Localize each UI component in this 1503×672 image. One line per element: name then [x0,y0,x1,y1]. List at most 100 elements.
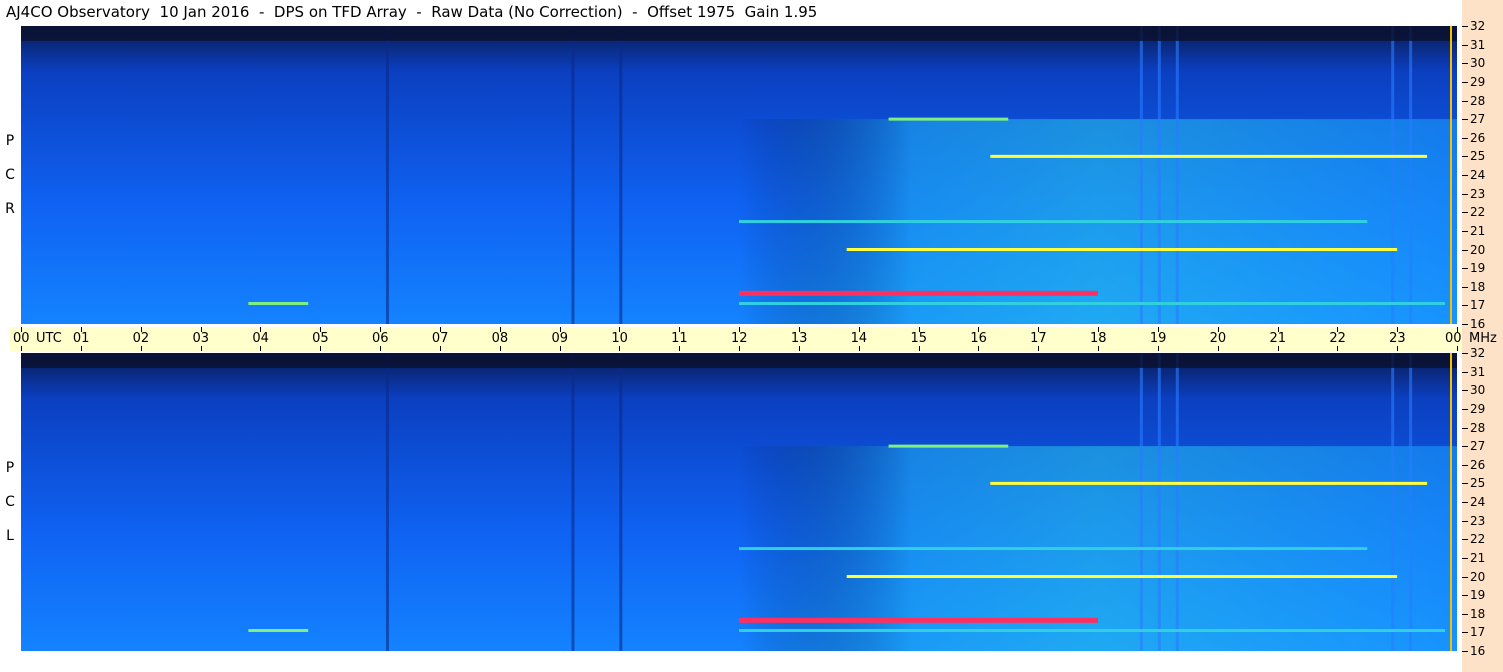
frequency-tick-label: 27 [1470,112,1486,127]
time-tick-label: 03 [192,331,210,346]
signal-band [739,629,1446,633]
interference-stripe [619,353,623,651]
frequency-tick-mark [1462,100,1468,102]
signal-band [846,248,1398,251]
interference-stripe [385,26,389,324]
lcp-frequency-ticks: 32 31 30 29 28 27 26 25 24 23 22 21 20 19 18 17 16 [1462,347,1503,657]
frequency-tick-label: 19 [1470,588,1486,603]
frequency-tick-mark [1462,175,1468,176]
frequency-tick-label: 17 [1470,298,1486,313]
frequency-tick-label: 16 [1470,644,1486,658]
frequency-tick-mark [1462,427,1468,429]
channel-letter: L [6,528,14,544]
time-cursor-bottom [1450,353,1452,651]
frequency-tick-mark [1462,632,1468,634]
frequency-tick-mark [1462,539,1468,541]
time-tick-mark [918,346,920,351]
frequency-tick-label: 30 [1470,56,1486,71]
interference-stripe [1391,26,1395,324]
time-tick-label: 06 [372,331,389,346]
frequency-tick-mark [1462,353,1468,354]
frequency-tick-mark [1462,464,1468,466]
frequency-tick-mark [1462,502,1468,503]
frequency-tick-mark [1462,212,1468,214]
time-tick-mark [739,346,740,351]
signal-band [739,302,1446,306]
interference-stripe [619,26,623,324]
interference-stripe [1409,353,1413,651]
time-tick-mark [1397,346,1399,351]
signal-band [990,481,1428,485]
signal-band [888,444,1009,448]
chart-title: AJ4CO Observatory 10 Jan 2016 - DPS on T… [6,3,818,21]
time-tick-label: 02 [132,331,150,346]
frequency-tick-mark [1462,408,1468,410]
time-tick-mark [858,346,860,351]
time-tick-mark [140,346,142,351]
time-tick-label: 19 [1149,331,1167,346]
frequency-tick-label: 32 [1470,346,1486,360]
time-tick-mark [798,346,800,351]
time-tick-mark [1337,346,1339,351]
time-tick-label: 00 [1445,331,1462,346]
frequency-tick-mark [1462,193,1468,195]
rcp-spectrogram [21,26,1457,324]
interference-stripe [385,353,389,651]
frequency-tick-mark [1462,249,1468,251]
time-tick-label: 17 [1030,331,1047,346]
time-tick-label: 18 [1090,331,1107,346]
time-tick-label: 00 [13,331,30,346]
interference-stripe [571,26,575,324]
signal-band [990,154,1428,158]
time-tick-label: 22 [1329,331,1346,346]
frequency-tick-label: 23 [1470,513,1486,528]
frequency-tick-mark [1462,576,1468,578]
interference-stripe [1175,26,1179,324]
time-tick-mark [499,346,501,351]
frequency-tick-label: 27 [1470,439,1486,454]
time-tick-label: 05 [312,331,329,346]
frequency-tick-label: 22 [1470,532,1486,547]
channel-letter: P [5,133,15,149]
frequency-tick-mark [1462,119,1468,121]
frequency-tick-mark [1462,156,1468,158]
frequency-tick-mark [1462,137,1468,139]
time-tick-label: 07 [431,331,449,346]
time-tick-label: 15 [910,331,928,346]
channel-letter: C [5,167,15,183]
frequency-tick-mark [1462,371,1468,373]
frequency-tick-label: 20 [1470,569,1486,584]
time-tick-label: 10 [611,331,628,346]
dark-top-band [21,26,1457,41]
frequency-tick-label: 26 [1470,130,1486,145]
frequency-tick-label: 28 [1470,420,1486,435]
frequency-tick-label: 32 [1470,19,1486,33]
lcp-label: P C L [2,451,18,553]
signal-band [248,629,309,633]
signal-band [888,117,1009,121]
frequency-tick-mark [1462,651,1468,652]
frequency-tick-mark [1462,305,1468,307]
frequency-tick-mark [1462,26,1468,27]
frequency-tick-mark [1462,44,1468,46]
signal-band [739,617,1098,623]
time-tick-mark [1157,346,1159,351]
frequency-tick-label: 26 [1470,457,1486,472]
utc-unit-label: UTC [36,331,62,346]
frequency-tick-label: 23 [1470,186,1486,201]
time-tick-mark [1098,346,1099,351]
frequency-tick-mark [1462,268,1468,270]
frequency-tick-mark [1462,63,1468,65]
time-cursor-top [1450,26,1452,324]
frequency-tick-mark [1462,390,1468,392]
rcp-label: P C R [2,124,18,226]
frequency-tick-mark [1462,324,1468,325]
rcp-frequency-ticks: 32 31 30 29 28 27 26 25 24 23 22 21 20 19 18 17 16 [1462,20,1503,330]
frequency-tick-label: 24 [1470,168,1486,182]
frequency-tick-label: 21 [1470,223,1486,238]
time-tick-label: 23 [1389,331,1406,346]
mhz-unit-label: MHz [1469,331,1497,346]
frequency-tick-label: 31 [1470,364,1486,379]
time-tick-mark [200,346,202,351]
utc-time-axis: 00 01 02 03 04 05 06 07 08 09 10 11 12 13 14 15 16 17 18 19… [10,327,1497,351]
